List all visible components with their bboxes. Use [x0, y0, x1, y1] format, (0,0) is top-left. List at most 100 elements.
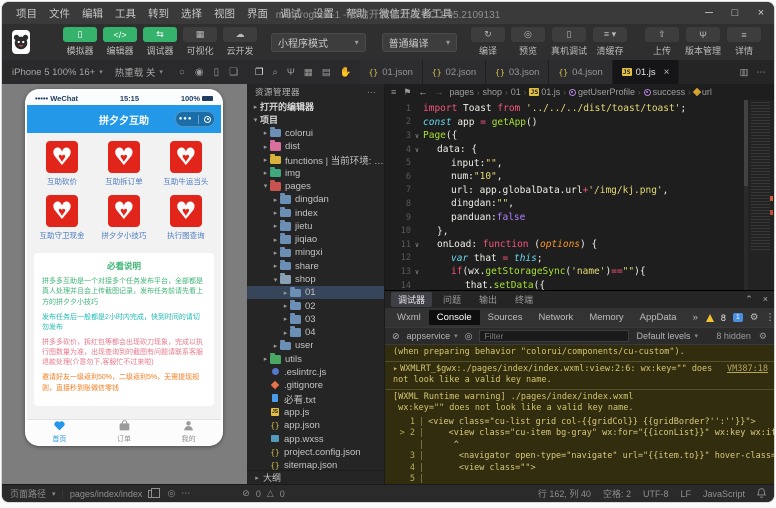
more-icon[interactable]: ⋯ [181, 488, 190, 499]
more-icon[interactable]: ⋯ [367, 87, 376, 98]
more-vert-icon[interactable]: ⋮ [765, 312, 774, 323]
editor-tab[interactable]: {} 02.json [422, 60, 487, 84]
tree-item[interactable]: ▸ 01 [247, 286, 384, 300]
avatar[interactable] [12, 30, 30, 54]
tree-item[interactable]: ▸ jiqiao [247, 233, 384, 246]
editor-tab[interactable]: {} 03.json [486, 60, 550, 84]
tree-item[interactable]: 必看.txt [247, 393, 384, 406]
status-segment[interactable]: UTF-8 [643, 489, 669, 499]
hot-reload-toggle[interactable]: 热重载 关 [115, 65, 156, 79]
close-icon[interactable]: × [664, 67, 670, 78]
panel-tab[interactable]: 输出 [472, 292, 504, 307]
settings-gear-icon[interactable]: ⚙ [750, 312, 759, 323]
toolbar-button[interactable]: ⇧ 上传 [644, 27, 679, 57]
phone-tab-item[interactable]: 订单 [92, 420, 157, 444]
tree-item[interactable]: ▾ shop [247, 273, 384, 286]
tree-item[interactable]: ▸ functions | 当前环境: cl... [247, 153, 384, 166]
tree-item[interactable]: ▸ share [247, 260, 384, 273]
fold-icon[interactable]: ∨ [411, 132, 423, 140]
context-select[interactable]: appservice ▾ [407, 331, 458, 341]
outline-section[interactable]: ▸ 大纲 [247, 470, 384, 484]
rotate-icon[interactable]: ○ [179, 67, 185, 78]
tree-item[interactable]: ▸ utils [247, 353, 384, 366]
toolbar-button[interactable]: ⇆ 调试器 [143, 27, 177, 57]
tree-item[interactable]: ▸ dist [247, 140, 384, 153]
capsule-button[interactable]: ●●● [175, 111, 215, 127]
eye-icon[interactable]: ◎ [465, 331, 473, 342]
expand-icon[interactable]: ▸ [393, 364, 398, 374]
filter-input[interactable] [479, 330, 630, 342]
tree-item[interactable]: {} project.config.json [247, 446, 384, 459]
toolbar-button[interactable]: Ψ 版本管理 [685, 27, 721, 57]
phone-tab-item[interactable]: 我的 [156, 420, 221, 444]
tree-item[interactable]: ▸ colorui [247, 127, 384, 140]
devtools-tab[interactable]: Network [530, 310, 581, 325]
bookmark-icon[interactable]: ⚑ [403, 87, 411, 98]
breadcrumb-item[interactable]: url [692, 87, 712, 97]
tree-item[interactable]: {} sitemap.json [247, 459, 384, 470]
console-source-link[interactable]: WAService.js:2 [696, 345, 768, 347]
forward-icon[interactable]: → [434, 87, 443, 97]
panel-tab[interactable]: 问题 [436, 292, 468, 307]
toolbar-button[interactable]: ▯ 模拟器 [63, 27, 97, 57]
code-lines[interactable]: 1 import Toast from '../../../dist/toast… [385, 100, 748, 290]
console-message[interactable]: VM387:18 ▸ WXMLRT_$gwx:./pages/index/inde… [385, 361, 774, 390]
menu-item[interactable]: 帮助 [340, 6, 373, 21]
tree-item[interactable]: JS app.js [247, 406, 384, 419]
toolbar-button[interactable]: ▯ 真机调试 [551, 27, 587, 57]
search-icon[interactable]: ⌕ [273, 67, 278, 78]
tree-item[interactable]: ▸ 02 [247, 299, 384, 312]
bell-icon[interactable] [756, 487, 767, 500]
tree-item[interactable]: ▸ index [247, 206, 384, 219]
copy-icon[interactable] [148, 487, 161, 498]
fold-icon[interactable]: ∨ [411, 146, 423, 154]
device-frame-icon[interactable]: ▯ [214, 67, 220, 78]
breadcrumb-item[interactable]: 01 [511, 87, 521, 97]
toolbar-button[interactable]: </> 编辑器 [103, 27, 137, 57]
toolbar-button[interactable]: ◎ 预览 [510, 27, 545, 57]
tree-item[interactable]: ▸ jietu [247, 220, 384, 233]
tree-item[interactable]: ▸ 03 [247, 313, 384, 326]
tree-item[interactable]: ▸ img [247, 166, 384, 179]
close-icon[interactable]: × [763, 294, 768, 305]
tab-overflow-icon[interactable]: » [685, 310, 706, 325]
toolbar-button[interactable]: ☁ 云开发 [223, 27, 257, 57]
toolbar-button[interactable]: ↻ 编译 [470, 27, 505, 57]
source-control-icon[interactable]: Ψ [287, 67, 295, 78]
split-editor-icon[interactable]: ▥ [740, 67, 749, 78]
service-grid-item[interactable]: ♥ ♥ 执行图查询 [155, 195, 217, 241]
menu-item[interactable]: 选择 [175, 6, 208, 21]
settings-gear-icon[interactable]: ⚙ [759, 331, 767, 342]
status-segment[interactable]: LF [680, 489, 691, 499]
panel-tab[interactable]: 调试器 [391, 292, 433, 307]
menu-item[interactable]: 视图 [208, 6, 241, 21]
breadcrumb-item[interactable]: pages [449, 87, 474, 97]
levels-select[interactable]: Default levels ▾ [636, 331, 698, 341]
page-path-label[interactable]: 页面路径 [10, 487, 46, 500]
tree-item[interactable]: ▸ 打开的编辑器 [247, 100, 384, 113]
tree-item[interactable]: ▸ 04 [247, 326, 384, 339]
editor-tab[interactable]: {} 01.json [359, 60, 423, 84]
problems-group[interactable]: ⊘ 0 △ 0 [242, 488, 285, 499]
service-grid-item[interactable]: ♥ ♥ 互助拆订单 [93, 141, 155, 187]
service-grid-item[interactable]: ♥ ♥ 互助砍价 [31, 141, 93, 187]
menu-item[interactable]: 微信开发者工具 [373, 6, 459, 21]
menu-item[interactable]: 编辑 [76, 6, 109, 21]
breadcrumb-item[interactable]: getUserProfile [568, 87, 635, 97]
service-grid-item[interactable]: ♥ ♥ 互助牛运当头 [155, 141, 217, 187]
back-icon[interactable]: ← [418, 87, 427, 97]
menu-item[interactable]: 转到 [142, 6, 175, 21]
toolbar-button[interactable]: ≡ ▾ 清缓存 [592, 27, 627, 57]
devtools-tab[interactable]: AppData [632, 310, 685, 325]
device-select[interactable]: iPhone 5 100% 16+ [12, 67, 95, 78]
window-icon[interactable]: ▤ [322, 67, 331, 78]
tree-item[interactable]: app.wxss [247, 432, 384, 445]
menu-icon[interactable]: ≡ [391, 87, 396, 97]
tree-item[interactable]: ▸ mingxi [247, 246, 384, 259]
console-source-link[interactable]: VM387:18 [727, 364, 768, 375]
record-icon[interactable]: ◉ [195, 67, 204, 78]
status-segment[interactable]: 空格: 2 [603, 487, 631, 500]
tree-item[interactable]: ▾ 项目 [247, 113, 384, 126]
minimap[interactable] [748, 100, 774, 290]
compile-select[interactable]: 普通编译 ▾ [381, 32, 457, 52]
